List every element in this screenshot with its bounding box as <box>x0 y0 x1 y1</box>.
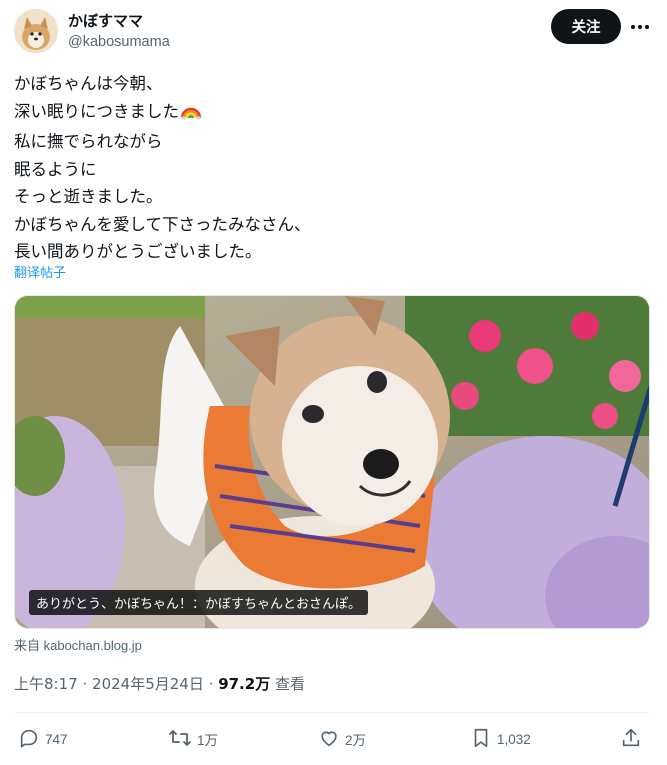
tweet-header: かぼすママ @kabosumama 关注 <box>14 9 654 57</box>
reply-icon <box>18 727 45 752</box>
tweet-time[interactable]: 上午8:17 <box>14 675 78 693</box>
author-names: かぼすママ @kabosumama <box>68 11 170 52</box>
like-button[interactable]: 2万 <box>318 722 366 756</box>
reply-button[interactable]: 747 <box>18 722 68 756</box>
bookmark-count: 1,032 <box>497 731 531 747</box>
action-bar: 747 1万 2万 1,032 <box>0 722 667 756</box>
share-button[interactable] <box>620 722 647 756</box>
like-count: 2万 <box>345 733 367 748</box>
tweet-line: 長い間ありがとうございました。 <box>14 242 262 261</box>
views-label: 查看 <box>274 675 305 693</box>
tweet-line: 深い眠りにつきました <box>14 98 644 129</box>
retweet-count: 1万 <box>197 733 219 748</box>
reply-count: 747 <box>45 731 68 747</box>
avatar[interactable] <box>14 9 58 53</box>
retweet-button[interactable]: 1万 <box>168 722 218 756</box>
bookmark-icon <box>470 727 497 752</box>
share-icon <box>620 727 647 752</box>
tweet-date[interactable]: 2024年5月24日 <box>92 675 204 693</box>
more-icon[interactable] <box>626 13 654 41</box>
link-source[interactable]: 来自 kabochan.blog.jp <box>14 635 142 654</box>
tweet-line: そっと逝きました。 <box>14 187 163 206</box>
follow-button[interactable]: 关注 <box>551 9 621 44</box>
meta-separator: · <box>82 675 88 693</box>
handle[interactable]: @kabosumama <box>68 32 170 52</box>
views-count[interactable]: 97.2万 <box>218 675 270 693</box>
tweet-line: かぼちゃんを愛して下さったみなさん、 <box>14 214 311 234</box>
rainbow-emoji <box>180 100 202 129</box>
translate-link[interactable]: 翻译帖子 <box>14 262 66 281</box>
retweet-icon <box>168 727 197 752</box>
tweet-line: 私に撫でられながら <box>14 132 163 151</box>
tweet-meta: 上午8:17 · 2024年5月24日 · 97.2万 查看 <box>14 673 305 694</box>
tweet-photo[interactable]: ありがとう、かぼちゃん！：かぼすちゃんとおさんぽ。 <box>14 295 650 629</box>
tweet-line-text: 深い眠りにつきました <box>14 101 179 121</box>
divider <box>14 712 650 713</box>
display-name[interactable]: かぼすママ <box>68 11 170 31</box>
like-icon <box>318 727 345 752</box>
bookmark-button[interactable]: 1,032 <box>470 722 531 756</box>
tweet-text: かぼちゃんは今朝、 深い眠りにつきました 私に撫でられながら 眠るように そっと… <box>14 70 644 266</box>
photo-caption: ありがとう、かぼちゃん！：かぼすちゃんとおさんぽ。 <box>29 590 369 615</box>
meta-separator: · <box>208 675 214 693</box>
tweet-line: かぼちゃんは今朝、 <box>14 74 163 93</box>
tweet-line: 眠るように <box>14 159 97 179</box>
